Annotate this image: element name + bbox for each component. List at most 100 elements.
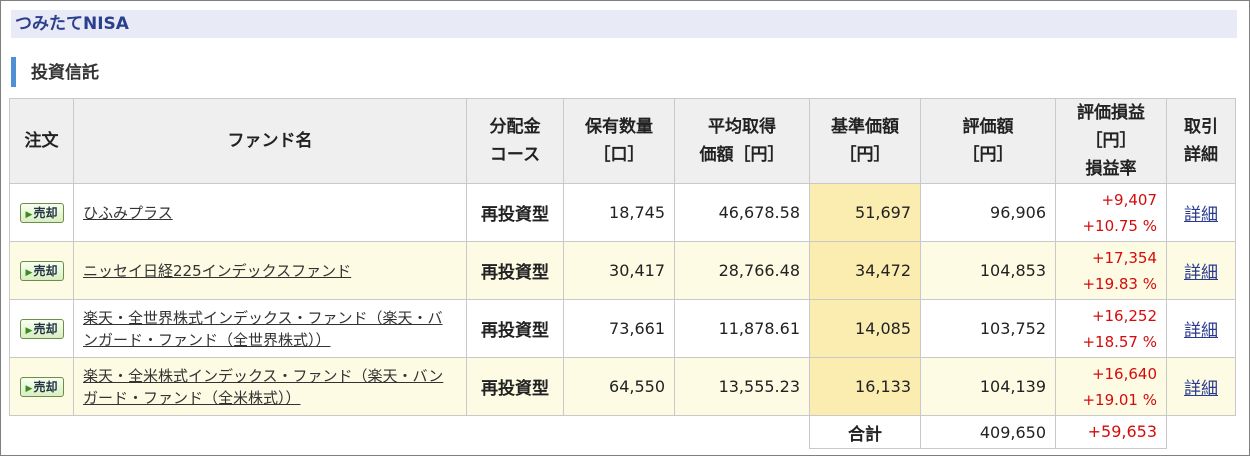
col-header-avg-l1: 平均取得 — [708, 117, 776, 137]
gain-amount: +9,407 — [1101, 190, 1157, 209]
col-header-holdings-l1: 保有数量 — [585, 117, 653, 137]
col-header-base-price: 基準価額 ［円］ — [809, 98, 921, 184]
section-title: つみたてNISA — [11, 10, 1237, 38]
gain-rate: +10.75 % — [1082, 216, 1157, 235]
fund-name-cell: 楽天・全世界株式インデックス・ファンド（楽天・バ ンガード・ファンド（全世界株式）… — [73, 299, 467, 358]
fund-name-line1: ひふみプラス — [83, 203, 173, 222]
fund-name-cell: ひふみプラス — [73, 183, 467, 242]
subsection-header: 投資信託 — [11, 55, 411, 89]
col-header-gain-l2: ［円］ — [1085, 131, 1137, 151]
play-icon: ▶ — [25, 326, 33, 336]
valuation: 96,906 — [920, 183, 1056, 242]
total-gain: +59,653 — [1055, 415, 1167, 449]
dividend-course: 再投資型 — [466, 357, 564, 416]
subsection-accent-bar — [11, 57, 16, 87]
sell-button-label: 売却 — [33, 322, 58, 336]
fund-name-link[interactable]: ひふみプラス — [83, 204, 173, 222]
fund-name-link[interactable]: 楽天・全世界株式インデックス・ファンド（楽天・バ ンガード・ファンド（全世界株式）… — [83, 309, 443, 349]
col-header-holdings: 保有数量 ［口］ — [563, 98, 675, 184]
holdings: 64,550 — [563, 357, 675, 416]
col-header-dividend-l2: コース — [489, 145, 541, 165]
fund-name-cell: 楽天・全米株式インデックス・ファンド（楽天・バン ガード・ファンド（全米株式）） — [73, 357, 467, 416]
gain-amount: +16,640 — [1091, 364, 1157, 383]
sell-button[interactable]: ▶売却 — [19, 377, 64, 397]
valuation: 104,139 — [920, 357, 1056, 416]
gain-amount: +16,252 — [1091, 306, 1157, 325]
fund-name-link[interactable]: ニッセイ日経225インデックスファンド — [83, 262, 351, 280]
base-price: 16,133 — [809, 357, 921, 416]
col-header-holdings-l2: ［口］ — [593, 145, 645, 165]
table-row: ▶売却 ひふみプラス 再投資型 18,745 46,678.58 51,697 … — [9, 183, 1236, 242]
avg-cost: 28,766.48 — [674, 241, 810, 300]
base-price: 14,085 — [809, 299, 921, 358]
sell-button-label: 売却 — [33, 206, 58, 220]
holdings: 73,661 — [563, 299, 675, 358]
detail-link[interactable]: 詳細 — [1184, 205, 1218, 225]
dividend-course: 再投資型 — [466, 299, 564, 358]
col-header-fund-name: ファンド名 — [73, 98, 467, 184]
col-header-gain-l3: 損益率 — [1085, 159, 1137, 179]
col-header-trade: 取引 詳細 — [1166, 98, 1236, 184]
gain-rate: +19.01 % — [1082, 390, 1157, 409]
sell-button-label: 売却 — [33, 380, 58, 394]
detail-link[interactable]: 詳細 — [1184, 263, 1218, 283]
fund-name-link[interactable]: 楽天・全米株式インデックス・ファンド（楽天・バン ガード・ファンド（全米株式）） — [83, 367, 443, 407]
gain-amount: +17,354 — [1091, 248, 1157, 267]
col-header-trade-l2: 詳細 — [1184, 145, 1218, 165]
total-spacer-end — [1166, 415, 1236, 449]
order-cell: ▶売却 — [9, 299, 74, 358]
col-header-avg-cost: 平均取得 価額［円］ — [674, 98, 810, 184]
col-header-order: 注文 — [9, 98, 74, 184]
sell-button[interactable]: ▶売却 — [19, 203, 64, 223]
total-label: 合計 — [809, 415, 921, 449]
col-header-value-l1: 評価額 — [962, 117, 1014, 137]
order-cell: ▶売却 — [9, 183, 74, 242]
holdings: 18,745 — [563, 183, 675, 242]
gain-rate: +18.57 % — [1082, 332, 1157, 351]
sell-button[interactable]: ▶売却 — [19, 319, 64, 339]
detail-link[interactable]: 詳細 — [1184, 321, 1218, 341]
funds-table: 注文 ファンド名 分配金コース 保有数量 ［口］ 平均取得 価額［円］ 基準価額 ［円… — [9, 98, 1236, 449]
col-header-value: 評価額 ［円］ — [920, 98, 1056, 184]
dividend-course: 再投資型 — [466, 241, 564, 300]
col-header-gain-l1: 評価損益 — [1077, 103, 1145, 123]
order-cell: ▶売却 — [9, 357, 74, 416]
col-header-base-l1: 基準価額 — [831, 117, 899, 137]
fund-name-cell: ニッセイ日経225インデックスファンド — [73, 241, 467, 300]
order-cell: ▶売却 — [9, 241, 74, 300]
valuation: 103,752 — [920, 299, 1056, 358]
base-price: 51,697 — [809, 183, 921, 242]
detail-cell: 詳細 — [1166, 299, 1236, 358]
total-row: 合計 409,650 +59,653 — [9, 415, 1236, 449]
detail-cell: 詳細 — [1166, 183, 1236, 242]
col-header-trade-l1: 取引 — [1184, 117, 1218, 137]
table-row: ▶売却 楽天・全米株式インデックス・ファンド（楽天・バン ガード・ファンド（全米株… — [9, 357, 1236, 416]
fund-name-line1: ニッセイ日経225インデックスファンド — [83, 261, 352, 280]
play-icon: ▶ — [25, 268, 33, 278]
play-icon: ▶ — [25, 210, 33, 220]
avg-cost: 46,678.58 — [674, 183, 810, 242]
col-header-base-l2: ［円］ — [839, 145, 891, 165]
holdings: 30,417 — [563, 241, 675, 300]
fund-name-line2: ンガード・ファンド（全世界株式）） — [83, 330, 331, 349]
sell-button[interactable]: ▶売却 — [19, 261, 64, 281]
total-spacer — [9, 415, 810, 449]
play-icon: ▶ — [25, 384, 33, 394]
fund-name-line1: 楽天・全世界株式インデックス・ファンド（楽天・バ — [83, 308, 443, 327]
fund-name-line2: ガード・ファンド（全米株式）） — [83, 388, 301, 407]
detail-link[interactable]: 詳細 — [1184, 379, 1218, 399]
col-header-value-l2: ［円］ — [962, 145, 1014, 165]
gain-cell: +16,252 +18.57 % — [1055, 299, 1167, 358]
gain-cell: +17,354 +19.83 % — [1055, 241, 1167, 300]
detail-cell: 詳細 — [1166, 357, 1236, 416]
sell-button-label: 売却 — [33, 264, 58, 278]
col-header-dividend-l1: 分配金 — [489, 117, 541, 137]
avg-cost: 13,555.23 — [674, 357, 810, 416]
table-row: ▶売却 ニッセイ日経225インデックスファンド 再投資型 30,417 28,7… — [9, 241, 1236, 300]
gain-rate: +19.83 % — [1082, 274, 1157, 293]
col-header-dividend: 分配金 コース — [466, 98, 564, 184]
valuation: 104,853 — [920, 241, 1056, 300]
subsection-title: 投資信託 — [31, 63, 99, 83]
table-header-row: 注文 ファンド名 分配金コース 保有数量 ［口］ 平均取得 価額［円］ 基準価額 ［円… — [9, 98, 1236, 184]
col-header-gain: 評価損益 ［円］ 損益率 — [1055, 98, 1167, 184]
